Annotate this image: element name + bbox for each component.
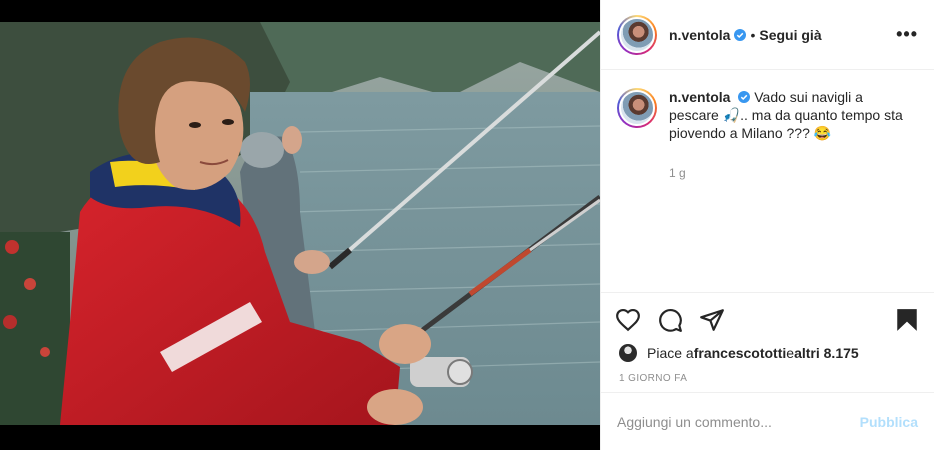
caption-section: n.ventola Vado sui navigli a pescare 🎣..… [601, 70, 934, 293]
caption-body: n.ventola Vado sui navigli a pescare 🎣..… [669, 88, 909, 292]
action-bar [601, 293, 934, 337]
caption-username[interactable]: n.ventola [669, 89, 730, 105]
avatar-image [619, 90, 655, 126]
comment-input[interactable] [617, 413, 860, 430]
likes-conjunction: e [786, 345, 795, 361]
separator-dot: • [750, 26, 756, 43]
verified-badge-icon [734, 28, 747, 41]
post-header: n.ventola • Segui già ••• [601, 0, 934, 70]
publish-button[interactable]: Pubblica [860, 414, 918, 430]
comment-icon[interactable] [657, 307, 683, 333]
following-button[interactable]: Segui già [759, 27, 821, 43]
liker-username[interactable]: francescototti [694, 345, 787, 361]
comment-box: Pubblica [601, 392, 934, 450]
liker-avatar[interactable] [619, 344, 637, 362]
author-username[interactable]: n.ventola [669, 27, 730, 43]
likes-summary: Piace a francescototti e altri 8.175 [601, 337, 934, 367]
likes-prefix: Piace a [647, 345, 694, 361]
post-media [0, 0, 600, 450]
likes-others[interactable]: altri 8.175 [794, 345, 859, 361]
more-options-icon[interactable]: ••• [896, 24, 918, 45]
paper-plane-icon[interactable] [699, 307, 725, 333]
verified-badge-icon [738, 91, 751, 103]
caption-author-avatar[interactable] [617, 88, 657, 128]
bookmark-icon[interactable] [894, 307, 920, 333]
caption-age[interactable]: 1 g [669, 164, 909, 182]
post-photo[interactable] [0, 22, 600, 425]
fishing-photo [0, 22, 600, 425]
heart-icon[interactable] [615, 307, 641, 333]
avatar-image [619, 16, 655, 53]
post-sidebar: n.ventola • Segui già ••• n.ventola Vado… [600, 0, 934, 450]
author-avatar[interactable] [617, 14, 657, 55]
instagram-post: n.ventola • Segui già ••• n.ventola Vado… [0, 0, 934, 450]
